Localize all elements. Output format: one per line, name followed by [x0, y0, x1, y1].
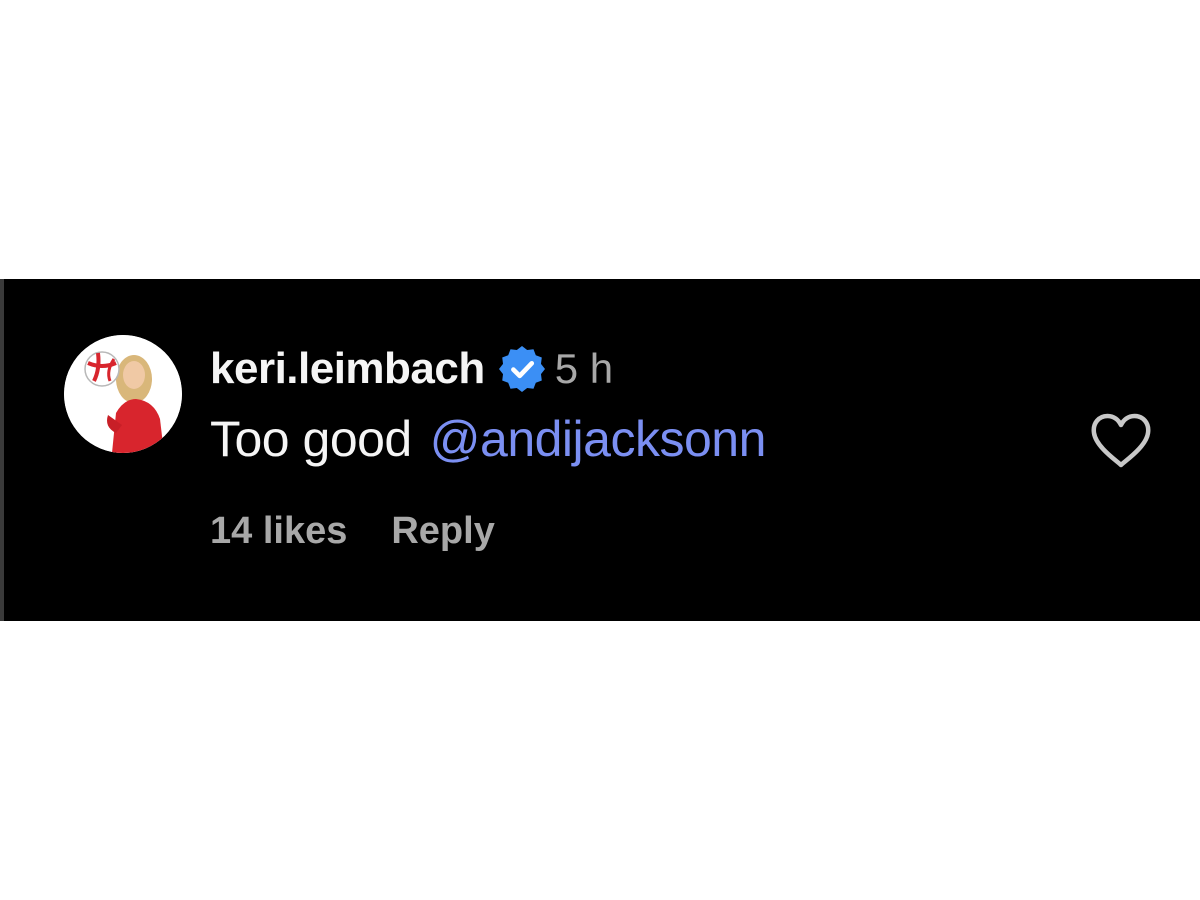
avatar[interactable] [64, 335, 182, 453]
mention-link[interactable]: @andijacksonn [430, 410, 767, 468]
heart-outline-icon [1091, 413, 1151, 468]
username[interactable]: keri.leimbach [210, 344, 485, 394]
comment-actions: 14 likes Reply [210, 507, 495, 555]
verified-badge-icon [498, 346, 545, 392]
comment-body: Too good @andijacksonn [210, 409, 766, 469]
comment-text: Too good [210, 411, 412, 467]
reply-button[interactable]: Reply [391, 510, 494, 553]
likes-count[interactable]: 14 likes [210, 510, 347, 553]
avatar-image [64, 335, 182, 453]
like-button[interactable] [1090, 413, 1152, 469]
timestamp: 5 h [554, 345, 614, 392]
comment-header: keri.leimbach 5 h [210, 341, 613, 397]
comment-panel: keri.leimbach 5 h Too good @andijacksonn… [0, 279, 1200, 621]
